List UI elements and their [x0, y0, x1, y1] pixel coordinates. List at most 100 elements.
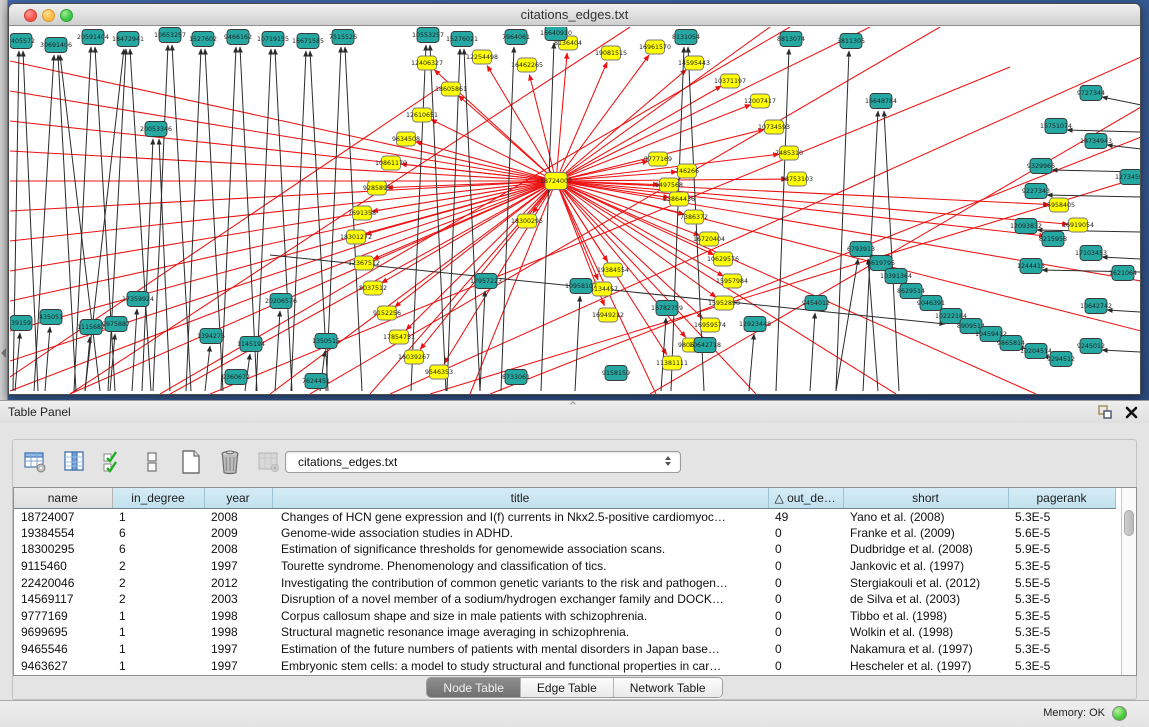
table-cell[interactable]: 1	[112, 508, 204, 525]
table-cell[interactable]: 18300295	[14, 541, 112, 558]
network-node[interactable]: 9294512	[1047, 352, 1075, 367]
table-cell[interactable]: 0	[768, 641, 843, 658]
table-cell[interactable]: Jankovic et al. (1997)	[843, 558, 1008, 575]
table-row[interactable]: 946362711997Embryonic stem cells: a mode…	[14, 657, 1115, 674]
network-node[interactable]: 18753103	[781, 172, 813, 186]
scrollbar-thumb[interactable]	[1124, 510, 1134, 536]
table-row[interactable]: 946554611997Estimation of the future num…	[14, 641, 1115, 658]
table-cell[interactable]: de Silva et al. (2003)	[843, 591, 1008, 608]
network-node[interactable]: 17103453	[1075, 246, 1107, 261]
network-node[interactable]: 10642742	[1080, 299, 1112, 314]
network-node[interactable]: 11381111	[656, 356, 688, 370]
table-cell[interactable]: 5.3E-5	[1008, 508, 1115, 525]
network-node[interactable]: 20206576	[265, 294, 297, 309]
delete-table-button[interactable]	[217, 449, 243, 475]
network-node[interactable]: 3811305	[837, 34, 865, 49]
network-node[interactable]: 12093832	[1010, 219, 1042, 234]
network-node[interactable]: 9285895	[363, 181, 391, 195]
network-node[interactable]: 9245012	[1077, 339, 1105, 354]
network-node[interactable]: 6793913	[847, 242, 875, 257]
network-node[interactable]: 18301272	[340, 230, 372, 244]
network-node[interactable]: 9046391	[917, 296, 945, 311]
network-node[interactable]: 1115682	[77, 320, 105, 335]
network-node[interactable]: 10371197	[714, 74, 746, 88]
network-view-window[interactable]: citations_edges.txt 12406327186058611261…	[8, 3, 1141, 395]
network-node[interactable]: 1527602	[189, 32, 217, 47]
table-cell[interactable]: 49	[768, 508, 843, 525]
table-cell[interactable]: Nakamura et al. (1997)	[843, 641, 1008, 658]
table-cell[interactable]: Dudbridge et al. (2008)	[843, 541, 1008, 558]
network-node[interactable]: 10653257	[154, 28, 186, 43]
network-node[interactable]: 12254498	[466, 50, 498, 64]
network-node[interactable]: 8215958	[1039, 232, 1067, 247]
network-node[interactable]: 20591404	[77, 30, 109, 45]
table-cell[interactable]: 5.3E-5	[1008, 657, 1115, 674]
table-cell[interactable]: 2008	[204, 541, 272, 558]
table-cell[interactable]: 0	[768, 541, 843, 558]
network-node[interactable]: 435051	[39, 310, 63, 325]
network-node[interactable]: 16782759	[651, 301, 683, 316]
network-node[interactable]: 7691358	[348, 206, 376, 220]
table-cell[interactable]: 5.3E-5	[1008, 591, 1115, 608]
network-node[interactable]: 16671585	[292, 34, 324, 49]
table-cell[interactable]: Hescheler et al. (1997)	[843, 657, 1008, 674]
network-node[interactable]: 2405572	[10, 34, 35, 49]
network-node[interactable]: 16959574	[694, 318, 726, 332]
table-row[interactable]: 2242004622012Investigating the contribut…	[14, 574, 1115, 591]
tab-network-table[interactable]: Network Table	[614, 678, 722, 697]
column-header-name[interactable]: name	[14, 488, 112, 508]
table-cell[interactable]: 5.3E-5	[1008, 641, 1115, 658]
network-node[interactable]: 16039267	[398, 350, 430, 364]
float-panel-icon[interactable]	[1097, 404, 1113, 420]
table-cell[interactable]: 2	[112, 558, 204, 575]
network-node[interactable]: 17359924	[122, 292, 154, 307]
table-cell[interactable]: 0	[768, 574, 843, 591]
table-cell[interactable]: 2003	[204, 591, 272, 608]
panel-resize-grip[interactable]	[567, 402, 577, 408]
network-node[interactable]: 30691406	[40, 38, 72, 53]
table-cell[interactable]: 9777169	[14, 608, 112, 625]
table-cell[interactable]: Yano et al. (2008)	[843, 508, 1008, 525]
network-node[interactable]: 10642718	[689, 338, 721, 353]
network-node[interactable]: 7386372	[680, 210, 708, 224]
network-node[interactable]: 19081515	[595, 46, 627, 60]
network-node[interactable]: 9466162	[224, 30, 252, 45]
table-cell[interactable]: 5.5E-5	[1008, 574, 1115, 591]
table-cell[interactable]: Changes of HCN gene expression and I(f) …	[272, 508, 768, 525]
table-cell[interactable]: 2	[112, 591, 204, 608]
network-node[interactable]: 746266	[675, 164, 699, 178]
table-cell[interactable]: 0	[768, 657, 843, 674]
network-node[interactable]: 7624451	[302, 374, 330, 389]
table-cell[interactable]: Tibbo et al. (1998)	[843, 608, 1008, 625]
network-node[interactable]: 10958107	[565, 279, 597, 294]
table-cell[interactable]: 6	[112, 525, 204, 542]
table-cell[interactable]: 1998	[204, 608, 272, 625]
network-node[interactable]: 1244415	[1017, 259, 1045, 274]
table-cell[interactable]: Estimation of significance thresholds fo…	[272, 541, 768, 558]
table-selector-dropdown[interactable]: citations_edges.txt	[285, 451, 681, 473]
tab-edge-table[interactable]: Edge Table	[521, 678, 614, 697]
network-node[interactable]: 12406327	[411, 56, 443, 70]
network-node[interactable]: 1621064	[1109, 266, 1137, 281]
network-window-titlebar[interactable]: citations_edges.txt	[9, 4, 1140, 26]
table-row[interactable]: 969969511998Structural magnetic resonanc…	[14, 624, 1115, 641]
network-node[interactable]: 10734593	[758, 120, 790, 134]
network-node[interactable]: 9727344	[1077, 86, 1105, 101]
table-cell[interactable]: 5.3E-5	[1008, 624, 1115, 641]
column-header-pagerank[interactable]: pagerank	[1008, 488, 1115, 508]
table-cell[interactable]: 22420046	[14, 574, 112, 591]
table-cell[interactable]: 5.3E-5	[1008, 558, 1115, 575]
column-header-year[interactable]: year	[204, 488, 272, 508]
table-row[interactable]: 1456911722003Disruption of a novel membe…	[14, 591, 1115, 608]
table-cell[interactable]: 1997	[204, 657, 272, 674]
network-node[interactable]: 16919054	[1062, 218, 1094, 232]
network-hub-node[interactable]: 18724007	[540, 173, 572, 190]
network-node[interactable]: 17957223	[470, 274, 502, 289]
table-cell[interactable]: 0	[768, 608, 843, 625]
table-cell[interactable]: 1997	[204, 641, 272, 658]
table-cell[interactable]: 5.3E-5	[1008, 608, 1115, 625]
network-node[interactable]: 16949212	[592, 308, 624, 322]
network-node[interactable]: 9329966	[1027, 159, 1055, 174]
table-cell[interactable]: Embryonic stem cells: a model to study s…	[272, 657, 768, 674]
network-node[interactable]: 12923448	[739, 317, 771, 332]
